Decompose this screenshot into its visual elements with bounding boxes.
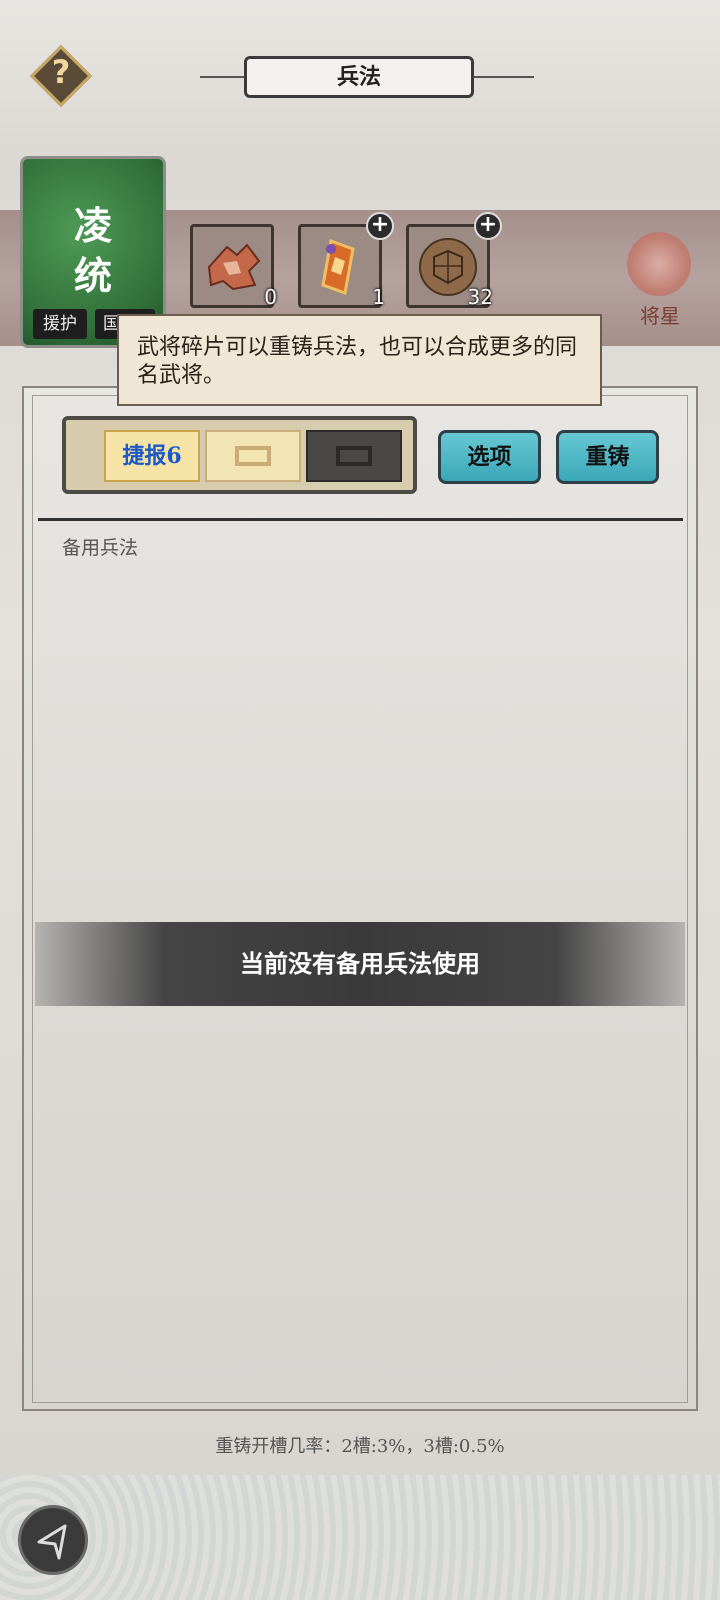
fragment-tooltip: 武将碎片可以重铸兵法，也可以合成更多的同名武将。: [117, 314, 602, 406]
item-count: 32: [467, 285, 493, 309]
tactic-slot-2[interactable]: [205, 430, 301, 482]
back-arrow-icon: [37, 1524, 67, 1560]
item-count: 0: [264, 285, 277, 309]
options-button[interactable]: 选项: [438, 430, 541, 484]
general-name-char-1: 凌: [73, 203, 112, 248]
help-button[interactable]: ?: [29, 44, 93, 108]
empty-state-message: 当前没有备用兵法使用: [240, 949, 480, 978]
item-count: 1: [372, 285, 385, 309]
page-title-frame: 兵法: [244, 56, 474, 98]
tactic-slot-1-label: 捷报6: [122, 443, 182, 469]
recast-rate-text: 重铸开槽几率：2槽:3%，3槽:0.5%: [215, 1436, 505, 1457]
add-scroll-plus-icon[interactable]: +: [366, 212, 394, 240]
tactic-slot-3-locked[interactable]: [306, 430, 402, 482]
jiangxing-emblem-icon[interactable]: [627, 232, 691, 296]
locked-slot-icon: [336, 446, 372, 466]
scroll-token-icon: [321, 238, 355, 296]
general-name-char-2: 统: [73, 253, 112, 298]
question-icon: ?: [51, 53, 71, 91]
section-divider: [38, 518, 683, 521]
item-slot-fragment[interactable]: 0: [190, 224, 277, 309]
general-tag: 援护: [33, 309, 87, 339]
spare-tactics-label: 备用兵法: [62, 537, 139, 559]
wave-pattern-decoration: [0, 1475, 720, 1600]
jiangxing-label[interactable]: 将星: [620, 300, 700, 329]
page-title: 兵法: [336, 64, 381, 90]
back-button[interactable]: [18, 1505, 88, 1575]
title-ornament-left: [200, 76, 244, 78]
title-ornament-right: [474, 76, 534, 78]
empty-slot-icon: [235, 446, 271, 466]
item-slot-scroll[interactable]: 1: [298, 224, 385, 309]
add-shell-plus-icon[interactable]: +: [474, 212, 502, 240]
item-slot-shell[interactable]: 32: [406, 224, 493, 309]
tactic-slot-1[interactable]: 捷报6: [104, 430, 200, 482]
puzzle-fragment-icon: [207, 243, 261, 291]
recast-button[interactable]: 重铸: [556, 430, 659, 484]
